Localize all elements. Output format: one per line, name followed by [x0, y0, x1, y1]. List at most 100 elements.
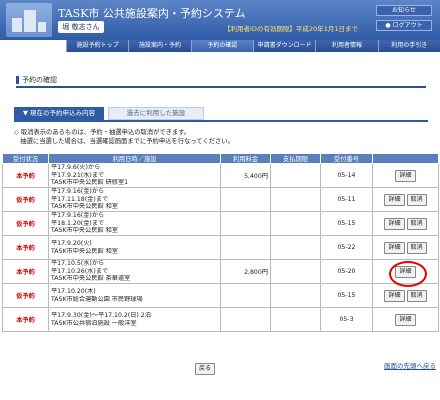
user-name-badge: 堀 敬志さん: [58, 21, 104, 33]
datetime-line: 平17.10.26(水)まで: [51, 267, 109, 275]
fee-cell: 5,400円: [220, 163, 271, 188]
col-number-header: 受付番号: [320, 153, 373, 164]
number-cell: 05-15: [320, 211, 373, 236]
app-title: TASK市 公共施設案内・予約システム: [58, 7, 246, 20]
tab-divider: [14, 120, 428, 122]
number-cell: 05-20: [320, 259, 373, 284]
datetime-line: TASK市中央公民館 和室: [51, 247, 118, 255]
datetime-cell: 平17.9.16(金)から 平17.11.18(金)まで TASK市中央公民館 和室: [48, 187, 221, 212]
datetime-line: 平17.10.5(水)から: [51, 260, 105, 268]
actions-cell: 詳細: [372, 259, 439, 287]
datetime-line: 平18.1.20(金)まで: [51, 219, 105, 227]
datetime-line: TASK市中央公民館 和室: [51, 227, 118, 235]
table-row: 仮予約 平17.9.16(金)から 平17.11.18(金)まで TASK市中央公民館…: [2, 187, 439, 212]
cancel-button[interactable]: 取消: [406, 193, 427, 206]
number-cell: 05-22: [320, 235, 373, 260]
tab-current-reservations[interactable]: ▼ 現在の予約申込み内容: [14, 107, 104, 120]
actions-cell: 詳細 取消: [372, 187, 439, 212]
detail-button[interactable]: 詳細: [384, 241, 405, 254]
title-divider: [16, 86, 426, 88]
datetime-line: TASK市中央公民館 和室: [51, 203, 118, 211]
col-due-header: 支払期限: [270, 153, 321, 164]
fee-cell: 2,800円: [220, 259, 271, 284]
datetime-line: 平17.9.20(火): [51, 240, 92, 247]
datetime-cell: 平17.9.30(金)〜平17.10.2(日) 2泊 TASK市公共宿泊施設 一般…: [48, 307, 221, 332]
status-cell: 本予約: [2, 235, 49, 260]
nav-reservation-confirm[interactable]: 予約の確認: [190, 40, 253, 52]
fee-cell: [220, 235, 271, 260]
detail-button[interactable]: 詳細: [384, 289, 405, 302]
cancel-button[interactable]: 取消: [406, 217, 427, 230]
datetime-line: TASK市中央公民館 茶華道室: [51, 275, 131, 283]
datetime-line: 平17.9.6(火)から: [51, 164, 101, 172]
detail-button[interactable]: 詳細: [389, 260, 428, 287]
detail-button[interactable]: 詳細: [395, 169, 416, 182]
col-fee-header: 利用料金: [220, 153, 271, 164]
table-row: 本予約 平17.9.30(金)〜平17.10.2(日) 2泊 TASK市公共宿泊施設…: [2, 307, 439, 332]
tab-past-facilities[interactable]: 過去に利用した施設: [108, 107, 204, 120]
datetime-line: TASK市公共宿泊施設 一般洋室: [51, 319, 137, 327]
fee-cell: [220, 187, 271, 212]
due-cell: [270, 307, 321, 332]
due-cell: [270, 235, 321, 260]
cancel-button[interactable]: 取消: [406, 289, 427, 302]
cancel-button[interactable]: 取消: [406, 241, 427, 254]
number-cell: 05-11: [320, 187, 373, 212]
actions-cell: 詳細 取消: [372, 283, 439, 308]
due-cell: [270, 259, 321, 284]
nav-reservation-top[interactable]: 施設予約トップ: [66, 40, 129, 52]
datetime-line: 平17.9.16(金)から: [51, 212, 105, 220]
back-to-top-link[interactable]: 画面の先頭へ戻る: [384, 360, 436, 370]
status-cell: 仮予約: [2, 283, 49, 308]
datetime-cell: 平17.9.20(火) TASK市中央公民館 和室: [48, 235, 221, 260]
nav-facility-guide[interactable]: 施設案内・予約: [128, 40, 191, 52]
due-cell: [270, 211, 321, 236]
col-actions-header: [372, 153, 439, 164]
number-cell: 05-15: [320, 283, 373, 308]
table-header-row: 受付状況 利用日時／施設 利用料金 支払期限 受付番号: [2, 153, 439, 164]
page-title: 予約の確認: [16, 76, 57, 84]
table-row: 仮予約 平17.10.20(木) TASK市総合運動公園 市民野球場 05-15 詳細取…: [2, 283, 439, 308]
table-row: 本予約 平17.9.20(火) TASK市中央公民館 和室 05-22 詳細 取消: [2, 235, 439, 260]
status-cell: 本予約: [2, 259, 49, 284]
datetime-cell: 平17.10.5(水)から 平17.10.26(水)まで TASK市中央公民館 茶華…: [48, 259, 221, 284]
city-hall-icon: [6, 3, 52, 37]
datetime-line: TASK市中央公民館 研修室1: [51, 179, 129, 187]
reservation-table: 受付状況 利用日時／施設 利用料金 支払期限 受付番号 本予約 平17.9.6(火…: [2, 153, 439, 332]
detail-button[interactable]: 詳細: [384, 193, 405, 206]
status-cell: 本予約: [2, 307, 49, 332]
nav-usage-guide[interactable]: 利用の手引き: [377, 40, 440, 52]
app-header: TASK市 公共施設案内・予約システム 堀 敬志さん 【利用者IDの有効期限】平…: [0, 0, 440, 40]
notices-button[interactable]: お知らせ: [376, 5, 432, 16]
id-expiry-notice: 【利用者IDの有効期限】平成20年1月1日まで: [224, 25, 358, 33]
fee-cell: [220, 307, 271, 332]
datetime-cell: 平17.10.20(木) TASK市総合運動公園 市民野球場: [48, 283, 221, 308]
datetime-line: 平17.11.18(金)まで: [51, 195, 109, 203]
col-datetime-header: 利用日時／施設: [48, 153, 221, 164]
due-cell: [270, 187, 321, 212]
actions-cell: 詳細: [372, 163, 439, 188]
status-cell: 本予約: [2, 163, 49, 188]
col-status-header: 受付状況: [2, 153, 49, 164]
lottery-note: 抽選に当選した場合は、当選確認画面までに予約申込を行なってください。: [14, 138, 234, 145]
detail-button[interactable]: 詳細: [384, 217, 405, 230]
back-button[interactable]: 戻る: [195, 363, 216, 375]
datetime-cell: 平17.9.16(金)から 平18.1.20(金)まで TASK市中央公民館 和室: [48, 211, 221, 236]
table-row: 本予約 平17.9.6(火)から 平17.9.21(水)まで TASK市中央公民館 研…: [2, 163, 439, 188]
nav-form-download[interactable]: 申請書ダウンロード: [252, 40, 316, 52]
nav-user-info[interactable]: 利用者情報: [315, 40, 378, 52]
detail-button[interactable]: 詳細: [395, 313, 416, 326]
cancel-note: ◇ 取消表示のあるものは、予約・抽選申込の取消ができます。: [14, 129, 191, 136]
table-row: 仮予約 平17.9.16(金)から 平18.1.20(金)まで TASK市中央公民館 …: [2, 211, 439, 236]
main-nav: 施設予約トップ 施設案内・予約 予約の確認 申請書ダウンロード 利用者情報 利用…: [66, 40, 440, 52]
datetime-line: 平17.9.30(金)〜平17.10.2(日) 2泊: [51, 312, 151, 319]
actions-cell: 詳細 取消: [372, 235, 439, 260]
datetime-cell: 平17.9.6(火)から 平17.9.21(水)まで TASK市中央公民館 研修室1: [48, 163, 221, 188]
status-cell: 仮予約: [2, 211, 49, 236]
due-cell: [270, 163, 321, 188]
logout-button[interactable]: ● ログアウト: [376, 20, 432, 31]
datetime-line: 平17.9.21(水)まで: [51, 171, 105, 179]
actions-cell: 詳細: [372, 307, 439, 332]
number-cell: 05-14: [320, 163, 373, 188]
datetime-line: TASK市総合運動公園 市民野球場: [51, 295, 143, 303]
